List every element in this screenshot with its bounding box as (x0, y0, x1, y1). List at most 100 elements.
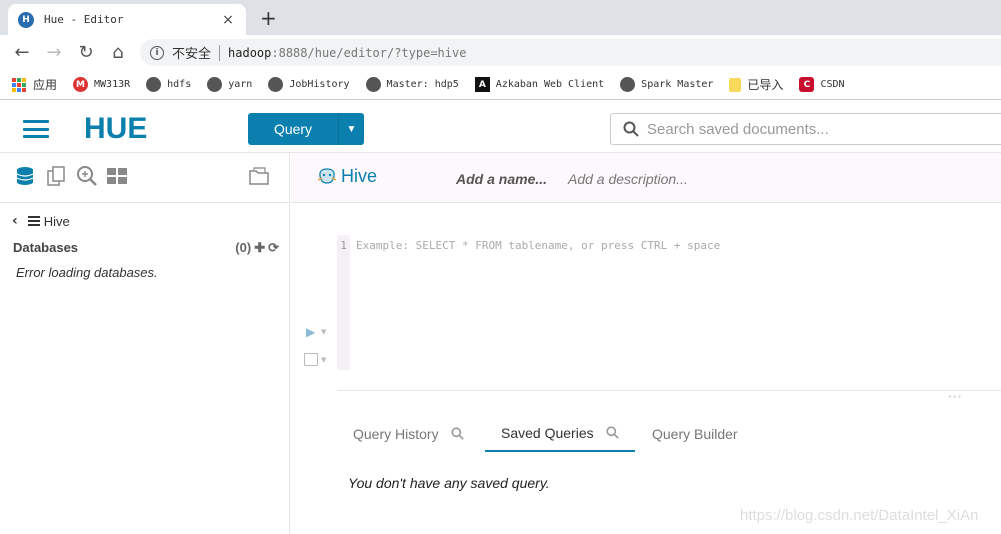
address-bar: ← → ↻ ⌂ i 不安全 hadoop :8888/hue/editor/?t… (0, 35, 1001, 70)
csdn-icon: C (799, 77, 815, 92)
tab-title: Hue - Editor (44, 13, 124, 26)
hue-top-nav: HUE Query ▼ (0, 104, 1001, 153)
url-host: hadoop (228, 45, 272, 60)
bookmark-csdn[interactable]: C CSDN (799, 77, 845, 92)
bookmark-label: 已导入 (747, 78, 784, 92)
line-number: 1 (337, 235, 350, 370)
back-button[interactable]: ← (6, 42, 38, 63)
databases-count: (0) (235, 240, 252, 255)
folder-icon (729, 77, 742, 92)
search-icon (623, 121, 639, 137)
bookmark-label: yarn (228, 79, 253, 90)
globe-icon (365, 77, 381, 92)
bookmark-label: MW313R (94, 79, 131, 90)
list-icon (27, 216, 40, 226)
add-name-field[interactable]: Add a name... (456, 171, 547, 187)
add-description-field[interactable]: Add a description... (568, 171, 688, 187)
caret-down-icon[interactable]: ▼ (321, 356, 326, 364)
databases-header: Databases (0) ✚ ⟳ (13, 240, 279, 256)
assist-toolbar (0, 153, 290, 203)
grid-icon[interactable] (106, 165, 128, 187)
databases-label: Databases (13, 240, 79, 255)
tab-query-builder[interactable]: Query Builder (652, 415, 738, 452)
caret-down-icon[interactable]: ▼ (321, 328, 326, 336)
bookmark-imported-folder[interactable]: 已导入 (729, 76, 783, 93)
search-icon[interactable] (606, 426, 619, 439)
bookmark-label: 应用 (33, 78, 58, 92)
bookmark-azkaban[interactable]: A Azkaban Web Client (474, 77, 605, 92)
query-button-label[interactable]: Query (248, 113, 338, 145)
search-documents[interactable] (610, 113, 1001, 145)
bookmark-label: CSDN (820, 79, 845, 90)
editor-placeholder: Example: SELECT * FROM tablename, or pre… (356, 239, 721, 252)
error-message: Error loading databases. (16, 265, 158, 280)
database-icon[interactable] (14, 165, 36, 187)
divider (337, 390, 1001, 391)
folder-open-icon[interactable] (248, 165, 270, 187)
info-icon[interactable]: i (150, 45, 164, 60)
bookmark-label: hdfs (167, 79, 192, 90)
bookmark-jobhistory[interactable]: JobHistory (268, 77, 350, 92)
svg-text:HUE: HUE (84, 112, 147, 144)
hive-logo-icon (317, 168, 337, 184)
tab-label: Saved Queries (501, 424, 594, 441)
format-icon[interactable] (304, 353, 318, 366)
azkaban-icon: A (474, 77, 490, 92)
tab-label: Query History (353, 425, 439, 442)
insecure-label: 不安全 (172, 47, 212, 62)
result-tabs: Query History Saved Queries Query Builde… (337, 415, 1001, 452)
url-separator (219, 44, 221, 61)
bookmark-yarn[interactable]: yarn (207, 77, 252, 92)
browser-tab-strip: H Hue - Editor × + (0, 0, 1001, 35)
hue-logo[interactable]: HUE (84, 112, 182, 144)
bookmark-label: Master: hdp5 (386, 79, 459, 90)
add-icon[interactable]: ✚ (254, 240, 265, 256)
editor-title: Hive (341, 166, 378, 186)
url-path: :8888/hue/editor/?type=hive (271, 45, 467, 60)
menu-icon[interactable] (23, 120, 49, 138)
globe-icon (146, 77, 162, 92)
bookmark-apps[interactable]: 应用 (12, 76, 57, 93)
new-tab-button[interactable]: + (260, 6, 277, 30)
url-input[interactable]: i 不安全 hadoop :8888/hue/editor/?type=hive (140, 39, 1001, 66)
search-input[interactable] (647, 120, 977, 138)
resize-handle-icon[interactable]: ··· (948, 392, 962, 403)
query-button[interactable]: Query ▼ (248, 113, 364, 145)
zoom-icon[interactable] (76, 165, 98, 187)
bookmark-mw313r[interactable]: M MW313R (73, 77, 130, 92)
code-editor[interactable]: 1 Example: SELECT * FROM tablename, or p… (337, 235, 1001, 370)
breadcrumb-label: Hive (43, 213, 70, 229)
forward-button[interactable]: → (38, 42, 70, 63)
bookmark-label: JobHistory (289, 79, 350, 90)
tab-query-history[interactable]: Query History (353, 415, 464, 452)
search-icon[interactable] (450, 427, 464, 440)
m-logo-icon: M (73, 77, 89, 92)
reload-button[interactable]: ↻ (70, 42, 102, 63)
caret-down-icon[interactable]: ▼ (338, 113, 364, 145)
bookmark-label: Azkaban Web Client (495, 79, 605, 90)
breadcrumb[interactable]: ‹ Hive (12, 213, 70, 229)
empty-state-message: You don't have any saved query. (348, 475, 550, 491)
editor-header: Hive Add a name... Add a description... (291, 153, 1001, 203)
refresh-icon[interactable]: ⟳ (268, 240, 279, 256)
tab-saved-queries[interactable]: Saved Queries (485, 415, 635, 452)
bookmarks-bar: 应用 M MW313R hdfs yarn JobHistory Master:… (0, 70, 1001, 100)
globe-icon (620, 77, 636, 92)
hue-favicon-icon: H (18, 11, 34, 28)
globe-icon (207, 77, 223, 92)
globe-icon (268, 77, 284, 92)
apps-grid-icon (12, 77, 26, 92)
bookmark-hdfs[interactable]: hdfs (146, 77, 191, 92)
browser-tab[interactable]: H Hue - Editor × (8, 4, 246, 35)
play-icon[interactable]: ▶ (306, 325, 315, 339)
assist-panel: ‹ Hive Databases (0) ✚ ⟳ Error loading d… (0, 153, 290, 534)
chevron-left-icon[interactable]: ‹ (12, 213, 18, 229)
tab-label: Query Builder (652, 425, 738, 442)
bookmark-spark-master[interactable]: Spark Master (620, 77, 713, 92)
documents-icon[interactable] (45, 165, 67, 187)
bookmark-master-hdp5[interactable]: Master: hdp5 (365, 77, 459, 92)
bookmark-label: Spark Master (641, 79, 714, 90)
home-button[interactable]: ⌂ (102, 42, 134, 63)
watermark: https://blog.csdn.net/DataIntel_XiAn (740, 507, 979, 524)
close-tab-icon[interactable]: × (220, 12, 236, 28)
